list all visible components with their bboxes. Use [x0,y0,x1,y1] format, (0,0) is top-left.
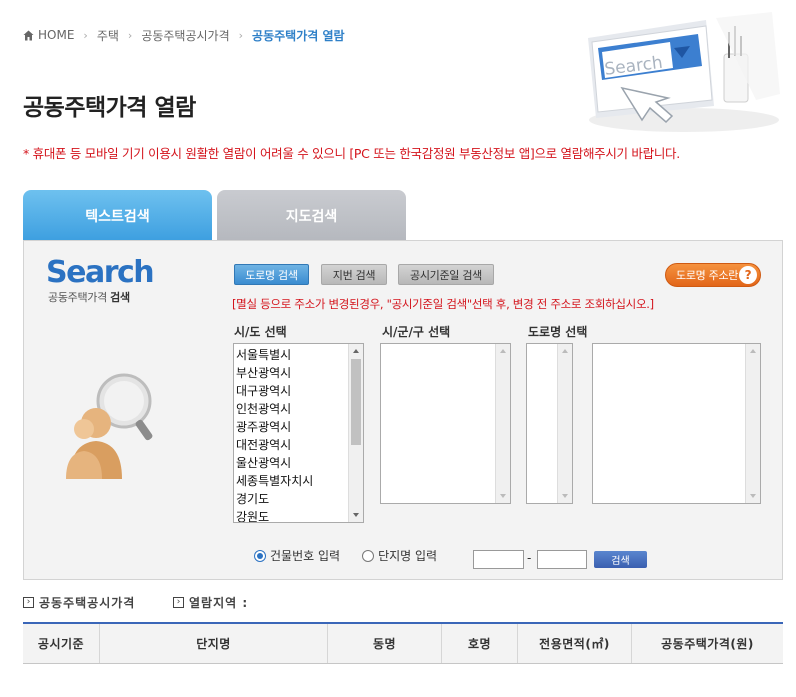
list-item[interactable]: 부산광역시 [236,364,363,382]
list-item[interactable]: 강원도 [236,508,363,522]
list-item[interactable]: 광주광역시 [236,418,363,436]
building-number-to-input[interactable] [537,550,587,569]
road-address-help-label: 도로명 주소란 [676,269,739,282]
breadcrumb-current: 공동주택가격 열람 [252,28,345,43]
list-item[interactable]: 대구광역시 [236,382,363,400]
input-mode-radios: 건물번호 입력 단지명 입력 [254,547,437,564]
column-header: 단지명 [100,624,328,663]
lot-search-button[interactable]: 지번 검색 [321,264,387,285]
road-name-scrollbar[interactable] [745,344,760,503]
scroll-down-icon[interactable] [562,494,568,498]
scroll-down-icon[interactable] [353,513,359,517]
building-number-radio[interactable] [254,549,266,562]
result-title-text: 공동주택공시가격 [39,596,136,610]
column-header: 공동주택가격(원) [661,637,754,651]
column-header: 공시기준 [23,624,100,663]
breadcrumb: HOME › 주택 › 공동주택공시가격 › 공동주택가격 열람 [23,27,345,43]
search-subtitle: 공동주택가격 검색 [48,289,130,305]
breadcrumb-separator-icon: › [238,28,244,42]
mobile-notice: * 휴대폰 등 모바일 기기 이용시 원활한 열람이 어려울 수 있으니 [PC… [23,146,680,161]
complex-name-radio-label[interactable]: 단지명 입력 [378,547,437,564]
road-initial-scrollbar[interactable] [557,344,572,503]
breadcrumb-housing[interactable]: 주택 [97,27,119,44]
result-region-text: 열람지역 : [189,596,249,610]
sido-listbox[interactable]: 서울특별시 부산광역시 대구광역시 인천광역시 광주광역시 대전광역시 울산광역… [233,343,364,523]
scroll-up-icon[interactable] [353,349,359,353]
list-item[interactable]: 대전광역시 [236,436,363,454]
road-address-help-button[interactable]: 도로명 주소란 ? [665,263,761,287]
sido-label: 시/도 선택 [234,325,287,339]
page-title: 공동주택가격 열람 [23,95,196,121]
sido-scrollbar[interactable] [348,344,363,522]
list-item[interactable]: 울산광역시 [236,454,363,472]
column-header: 호명 [442,624,518,663]
search-button[interactable]: 검색 [594,551,647,568]
building-number-from-input[interactable] [473,550,524,569]
road-search-button[interactable]: 도로명 검색 [234,264,309,285]
result-title: › 공동주택공시가격 [23,594,135,611]
list-item[interactable]: 세종특별자치시 [236,472,363,490]
base-date-search-button[interactable]: 공시기준일 검색 [398,264,494,285]
breadcrumb-separator-icon: › [127,28,133,42]
chevron-right-icon: › [23,597,34,608]
tab-text-search[interactable]: 텍스트검색 [23,190,212,241]
search-panel: Search 공동주택가격 검색 도로명 검색 지번 검색 공시기준일 검색 도… [23,240,783,580]
list-item[interactable]: 경기도 [236,490,363,508]
breadcrumb-home[interactable]: HOME [38,28,74,42]
road-label: 도로명 선택 [528,325,588,339]
search-subtitle-bold: 검색 [110,291,130,304]
chevron-right-icon: › [173,597,184,608]
scroll-down-icon[interactable] [500,494,506,498]
results-table-header: 공시기준 단지명 동명 호명 전용면적(㎡) 공동주택가격(원) [23,622,783,664]
result-region: › 열람지역 : [173,594,248,611]
list-item[interactable]: 서울특별시 [236,346,363,364]
person-magnifier-icon [66,373,153,479]
sigungu-label: 시/군/구 선택 [382,325,451,339]
road-initial-listbox[interactable] [526,343,573,504]
search-logo: Search [46,255,155,290]
column-header: 동명 [328,624,442,663]
help-question-icon: ? [739,266,757,284]
scroll-up-icon[interactable] [750,349,756,353]
scroll-thumb[interactable] [351,359,361,445]
complex-name-radio[interactable] [362,549,375,562]
road-name-listbox[interactable] [592,343,761,504]
sigungu-scrollbar[interactable] [495,344,510,503]
search-subtitle-prefix: 공동주택가격 [48,291,107,304]
address-change-warning: [멸실 등으로 주소가 변경된경우, "공시기준일 검색"선택 후, 변경 전 … [232,297,654,311]
breadcrumb-public-price[interactable]: 공동주택공시가격 [141,27,229,44]
breadcrumb-separator-icon: › [83,28,88,42]
tab-map-search[interactable]: 지도검색 [217,190,406,241]
scroll-up-icon[interactable] [500,349,506,353]
column-header: 전용면적(㎡) [518,624,632,663]
scroll-down-icon[interactable] [750,494,756,498]
scroll-up-icon[interactable] [562,349,568,353]
sigungu-listbox[interactable] [380,343,511,504]
list-item[interactable]: 인천광역시 [236,400,363,418]
range-dash: - [527,551,532,565]
building-number-radio-label[interactable]: 건물번호 입력 [270,547,340,564]
search-illustration: Search [588,12,780,132]
home-icon[interactable] [23,30,34,41]
